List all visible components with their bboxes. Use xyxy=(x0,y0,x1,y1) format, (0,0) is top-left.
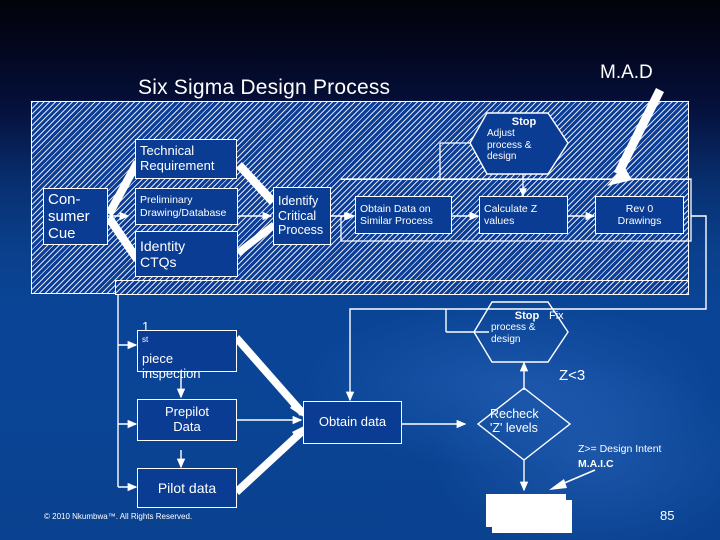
node-prepilot-data[interactable]: Prepilot Data xyxy=(137,399,237,441)
annotation-mad: M.A.D xyxy=(600,62,653,83)
node-preliminary-drawing-database[interactable]: Preliminary Drawing/Database xyxy=(135,188,238,225)
node-identify-critical-line1: Identify xyxy=(278,194,319,209)
decision-recheck-line1: Recheck xyxy=(490,407,539,421)
node-technical-requirement-line2: Requirement xyxy=(140,158,215,173)
node-identify-critical-process[interactable]: Identify Critical Process xyxy=(273,187,331,245)
node-obtain-data-similar-line1: Obtain Data on xyxy=(360,202,431,215)
node-first-piece-line1: 1st piece xyxy=(142,320,236,366)
page-title: Six Sigma Design Process xyxy=(138,76,391,99)
node-consumer-cue-line3: Cue xyxy=(48,225,76,243)
node-technical-requirement[interactable]: Technical Requirement xyxy=(135,139,237,179)
node-calculate-z-line1: Calculate Z xyxy=(484,202,538,215)
copyright-footer: © 2010 Nkumbwa™. All Rights Reserved. xyxy=(44,512,193,521)
node-first-piece-line2: inspection xyxy=(142,365,201,381)
hexagon-stop-bottom-line2: process & xyxy=(491,322,536,334)
subframe-upper xyxy=(341,179,691,180)
node-identity-ctqs-line1: Identity xyxy=(140,237,186,254)
node-preliminary-drawing-line2: Drawing/Database xyxy=(140,206,227,219)
node-first-piece-sup: st xyxy=(142,335,149,345)
edge-label-z-less-than-3: Z<3 xyxy=(559,367,586,384)
node-obtain-data[interactable]: Obtain data xyxy=(303,401,402,444)
node-obtain-data-line1: Obtain data xyxy=(318,414,387,430)
node-consumer-cue[interactable]: Con- sumer Cue xyxy=(43,188,108,245)
inner-phase-container xyxy=(115,280,689,295)
decision-recheck-z-levels-text: Recheck 'Z' levels xyxy=(490,407,562,435)
node-pilot-data-line1: Pilot data xyxy=(157,479,217,496)
node-identify-critical-line3: Process xyxy=(278,223,324,238)
hexagon-stop-adjust-line2: Adjust xyxy=(487,128,515,140)
slide-canvas: Six Sigma Design Process M.A.D Con- sume… xyxy=(0,0,720,540)
node-technical-requirement-line1: Technical xyxy=(140,143,195,159)
node-rev0-drawings[interactable]: Rev 0 Drawings xyxy=(595,196,684,234)
edge-label-z-design-intent: Z>= Design Intent xyxy=(578,443,662,455)
node-first-piece-inspection[interactable]: 1st piece inspection xyxy=(137,320,237,381)
node-calculate-z-values[interactable]: Calculate Z values xyxy=(479,196,568,234)
node-first-piece-suffix: piece xyxy=(142,350,174,366)
node-obtain-data-similar-process[interactable]: Obtain Data on Similar Process xyxy=(355,196,452,234)
edge-label-fix: Fix xyxy=(549,310,564,322)
node-first-piece-prefix: 1 xyxy=(142,319,150,335)
node-obtain-data-similar-line2: Similar Process xyxy=(360,215,433,227)
node-pilot-data[interactable]: Pilot data xyxy=(137,468,237,508)
hexagon-stop-adjust-line4: design xyxy=(487,150,517,162)
hexagon-stop-adjust-text: Stop Adjust process & design xyxy=(487,116,567,162)
edge-label-maic: M.A.I.C xyxy=(578,458,614,470)
terminal-block-front xyxy=(486,494,566,527)
page-number: 85 xyxy=(660,508,675,523)
node-rev0-drawings-line2: Drawings xyxy=(617,215,662,227)
node-consumer-cue-line2: sumer xyxy=(48,207,90,225)
node-identity-ctqs-line2: CTQs xyxy=(140,254,177,270)
node-prepilot-data-line1: Prepilot xyxy=(164,404,210,420)
decision-recheck-line2: 'Z' levels xyxy=(490,421,538,435)
node-identify-critical-line2: Critical xyxy=(278,208,317,223)
node-prepilot-data-line2: Data xyxy=(173,419,201,434)
node-calculate-z-line2: values xyxy=(484,215,515,227)
node-identity-ctqs[interactable]: Identity CTQs xyxy=(135,231,238,277)
hexagon-stop-bottom-line3: design xyxy=(491,333,521,345)
node-rev0-drawings-line1: Rev 0 xyxy=(625,202,654,215)
background-swirl-secondary-icon xyxy=(430,360,720,540)
node-preliminary-drawing-line1: Preliminary xyxy=(140,194,193,207)
hexagon-stop-adjust-line3: process & xyxy=(487,139,532,151)
node-consumer-cue-line1: Con- xyxy=(48,190,81,208)
hexagon-stop-adjust-line1: Stop xyxy=(511,116,537,128)
